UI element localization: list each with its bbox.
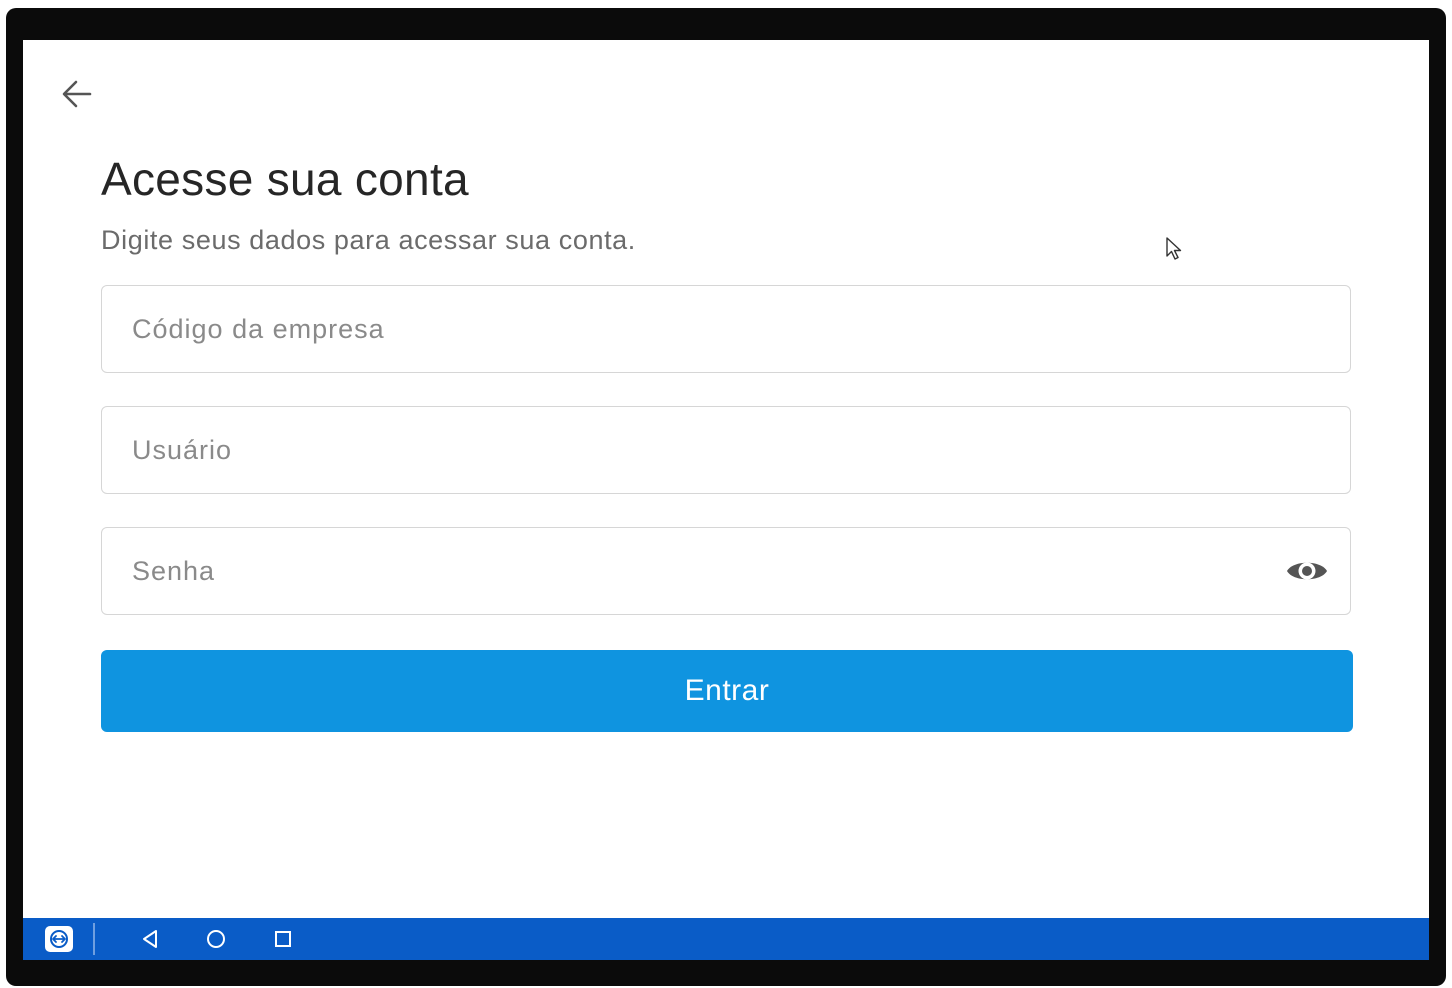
recents-square-icon <box>275 931 291 947</box>
login-submit-button[interactable]: Entrar <box>101 650 1353 732</box>
remote-control-button[interactable] <box>45 926 73 952</box>
toggle-password-visibility-button[interactable] <box>1284 553 1330 589</box>
mouse-cursor-icon <box>1166 237 1182 260</box>
arrow-left-icon <box>62 80 92 108</box>
page-title: Acesse sua conta <box>101 153 469 205</box>
page-subtitle: Digite seus dados para acessar sua conta… <box>101 225 636 255</box>
app-screen: Acesse sua conta Digite seus dados para … <box>23 40 1429 960</box>
nav-recents-button[interactable] <box>269 925 297 953</box>
device-frame: Acesse sua conta Digite seus dados para … <box>6 8 1446 986</box>
back-triangle-icon <box>143 930 157 948</box>
username-input[interactable] <box>102 407 1350 493</box>
nav-home-button[interactable] <box>202 925 230 953</box>
eye-icon <box>1287 562 1327 580</box>
home-circle-icon <box>207 930 225 948</box>
password-field <box>101 527 1351 615</box>
back-button[interactable] <box>59 76 95 112</box>
system-navigation-bar <box>23 918 1429 960</box>
remote-control-icon <box>50 930 68 948</box>
company-code-input[interactable] <box>102 286 1350 372</box>
username-field <box>101 406 1351 494</box>
company-code-field <box>101 285 1351 373</box>
nav-back-button[interactable] <box>136 925 164 953</box>
password-input[interactable] <box>102 528 1350 614</box>
navbar-divider <box>93 923 95 955</box>
